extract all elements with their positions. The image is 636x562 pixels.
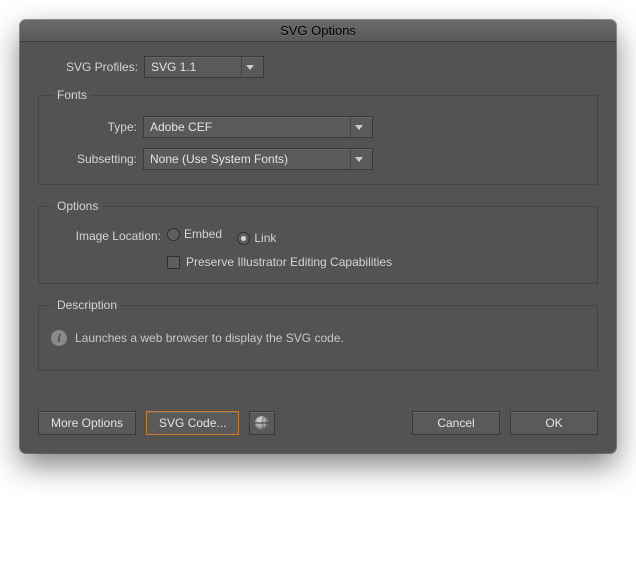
dialog-title: SVG Options (280, 23, 356, 38)
chevron-down-icon (241, 57, 257, 77)
dialog-content: SVG Profiles: SVG 1.1 Fonts Type: Adobe … (20, 42, 616, 453)
fonts-legend: Fonts (53, 88, 91, 102)
fonts-type-label: Type: (51, 120, 143, 134)
chevron-down-icon (350, 117, 366, 137)
button-row: More Options SVG Code... Cancel OK (38, 411, 598, 435)
web-preview-button[interactable] (249, 411, 275, 435)
ok-button[interactable]: OK (510, 411, 598, 435)
titlebar: SVG Options (20, 20, 616, 42)
svg-profiles-value: SVG 1.1 (151, 60, 235, 74)
image-location-label: Image Location: (51, 229, 167, 243)
globe-icon (255, 416, 269, 430)
fonts-type-row: Type: Adobe CEF (51, 116, 585, 138)
preserve-label: Preserve Illustrator Editing Capabilitie… (186, 255, 392, 269)
fonts-subsetting-select[interactable]: None (Use System Fonts) (143, 148, 373, 170)
svg-code-button[interactable]: SVG Code... (146, 411, 239, 435)
preserve-checkbox[interactable]: Preserve Illustrator Editing Capabilitie… (167, 255, 392, 269)
svg-profiles-row: SVG Profiles: SVG 1.1 (38, 56, 598, 78)
embed-radio[interactable]: Embed (167, 227, 222, 241)
image-location-options: Embed Link (167, 227, 288, 245)
description-row: i Launches a web browser to display the … (51, 326, 585, 346)
description-legend: Description (53, 298, 121, 312)
radio-icon (167, 228, 180, 241)
svg-profiles-label: SVG Profiles: (38, 60, 144, 74)
info-icon: i (51, 330, 67, 346)
cancel-button[interactable]: Cancel (412, 411, 500, 435)
more-options-button[interactable]: More Options (38, 411, 136, 435)
options-group: Options Image Location: Embed Link (38, 199, 598, 284)
fonts-type-value: Adobe CEF (150, 120, 344, 134)
fonts-subsetting-row: Subsetting: None (Use System Fonts) (51, 148, 585, 170)
fonts-type-select[interactable]: Adobe CEF (143, 116, 373, 138)
link-label: Link (254, 231, 276, 245)
image-location-row: Image Location: Embed Link (51, 227, 585, 245)
fonts-group: Fonts Type: Adobe CEF Subsetting: None (… (38, 88, 598, 185)
options-legend: Options (53, 199, 102, 213)
link-radio[interactable]: Link (237, 231, 276, 245)
fonts-subsetting-value: None (Use System Fonts) (150, 152, 344, 166)
radio-icon (237, 232, 250, 245)
svg-profiles-select[interactable]: SVG 1.1 (144, 56, 264, 78)
description-text: Launches a web browser to display the SV… (75, 331, 344, 345)
svg-options-dialog: SVG Options SVG Profiles: SVG 1.1 Fonts … (20, 20, 616, 453)
preserve-row: Preserve Illustrator Editing Capabilitie… (51, 255, 585, 269)
checkbox-icon (167, 256, 180, 269)
chevron-down-icon (350, 149, 366, 169)
embed-label: Embed (184, 227, 222, 241)
fonts-subsetting-label: Subsetting: (51, 152, 143, 166)
description-group: Description i Launches a web browser to … (38, 298, 598, 371)
